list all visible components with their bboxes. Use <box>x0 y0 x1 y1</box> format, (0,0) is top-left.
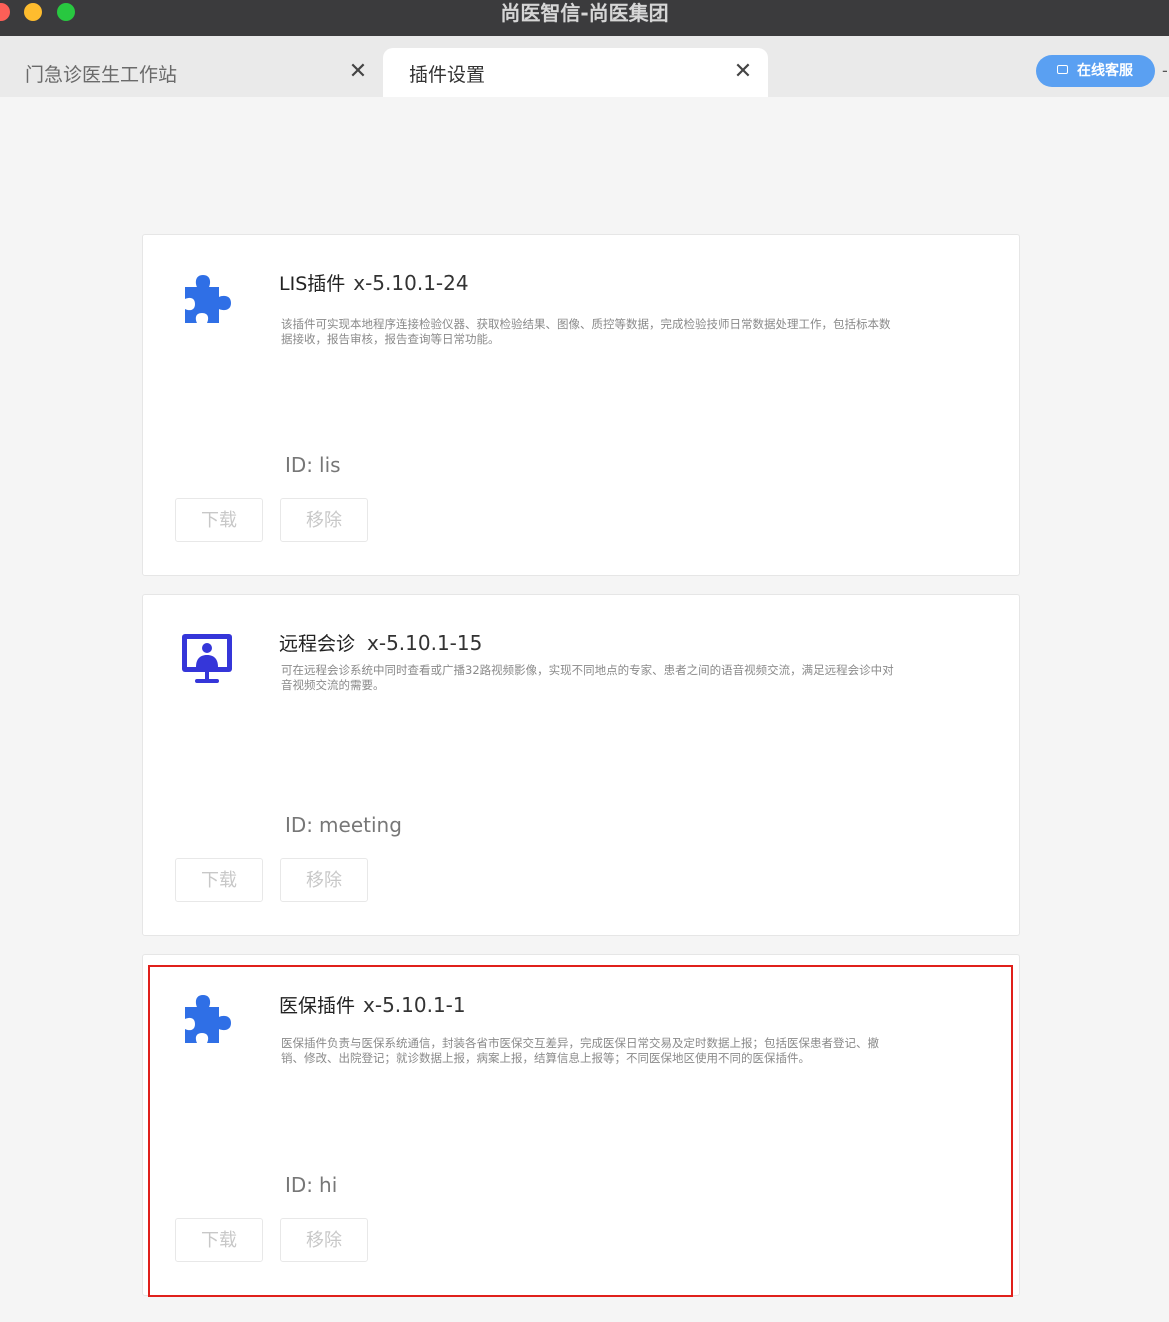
plugin-card-meeting: 远程会诊 x-5.10.1-15 可在远程会诊系统中同时查看或广播32路视频影像，… <box>142 594 1020 936</box>
close-icon[interactable]: ✕ <box>348 61 368 83</box>
plugin-name: LIS插件 <box>279 273 346 295</box>
plugin-title: LIS插件 x-5.10.1-24 <box>279 269 469 296</box>
remove-button[interactable]: 移除 <box>280 858 368 902</box>
plugin-id: ID: meeting <box>285 813 402 837</box>
plugin-id-value: lis <box>319 453 341 477</box>
plugin-title: 远程会诊 x-5.10.1-15 <box>279 629 482 656</box>
plugin-name: 医保插件 <box>279 995 356 1017</box>
plugin-id-label: ID: <box>285 453 314 477</box>
tab-bar: 门急诊医生工作站 ✕ 插件设置 ✕ <box>0 36 1169 97</box>
plugin-id-label: ID: <box>285 1173 314 1197</box>
plugin-name: 远程会诊 <box>279 633 356 655</box>
title-bar: 尚医智信-尚医集团 <box>0 0 1169 36</box>
puzzle-icon <box>185 275 231 323</box>
header-dash: - <box>1162 61 1168 80</box>
download-button[interactable]: 下载 <box>175 498 263 542</box>
plugin-description: 该插件可实现本地程序连接检验仪器、获取检验结果、图像、质控等数据，完成检验技师日… <box>281 317 891 346</box>
tab-outpatient-workstation[interactable]: 门急诊医生工作站 ✕ <box>0 48 382 97</box>
plugin-id: ID: hi <box>285 1173 337 1197</box>
download-button[interactable]: 下载 <box>175 858 263 902</box>
plugin-id: ID: lis <box>285 453 341 477</box>
monitor-doctor-icon <box>182 634 232 683</box>
plugin-title: 医保插件 x-5.10.1-1 <box>279 991 466 1018</box>
plugin-version: x-5.10.1-24 <box>353 271 469 295</box>
chat-icon <box>1057 65 1068 74</box>
plugin-version: x-5.10.1-1 <box>363 993 466 1017</box>
plugin-description: 可在远程会诊系统中同时查看或广播32路视频影像，实现不同地点的专家、患者之间的语… <box>281 663 894 692</box>
tab-label: 门急诊医生工作站 <box>25 64 178 86</box>
download-button[interactable]: 下载 <box>175 1218 263 1262</box>
close-icon[interactable]: ✕ <box>733 61 753 83</box>
tab-label: 插件设置 <box>409 64 486 86</box>
remove-button[interactable]: 移除 <box>280 498 368 542</box>
plugin-card-hi: 医保插件 x-5.10.1-1 医保插件负责与医保系统通信，封装各省市医保交互差异… <box>142 954 1020 1296</box>
window-title: 尚医智信-尚医集团 <box>500 1 669 25</box>
plugin-id-label: ID: <box>285 813 314 837</box>
plugin-id-value: meeting <box>319 813 402 837</box>
plugin-id-value: hi <box>319 1173 338 1197</box>
plugin-version: x-5.10.1-15 <box>367 631 483 655</box>
plugin-settings-page: LIS插件 x-5.10.1-24 该插件可实现本地程序连接检验仪器、获取检验结果… <box>0 97 1169 1322</box>
puzzle-icon <box>185 995 231 1043</box>
tab-plugin-settings[interactable]: 插件设置 ✕ <box>383 48 768 97</box>
online-service-label: 在线客服 <box>1077 63 1133 79</box>
plugin-card-lis: LIS插件 x-5.10.1-24 该插件可实现本地程序连接检验仪器、获取检验结果… <box>142 234 1020 576</box>
online-service-button[interactable]: 在线客服 <box>1036 55 1155 87</box>
remove-button[interactable]: 移除 <box>280 1218 368 1262</box>
plugin-description: 医保插件负责与医保系统通信，封装各省市医保交互差异，完成医保日常交易及定时数据上… <box>281 1036 879 1065</box>
